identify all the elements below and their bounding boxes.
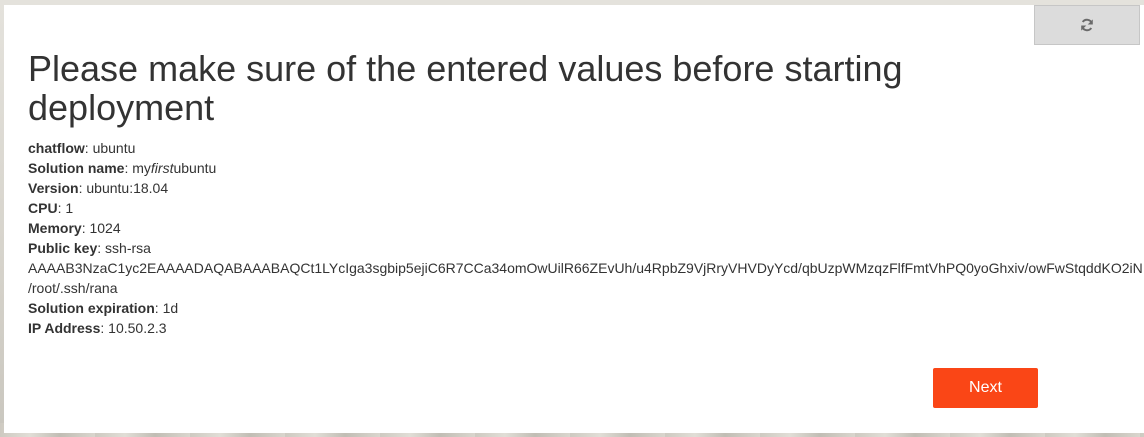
detail-label: Version bbox=[28, 180, 79, 196]
page-title: Please make sure of the entered values b… bbox=[28, 48, 903, 128]
refresh-button[interactable] bbox=[1034, 5, 1140, 45]
detail-chatflow: chatflow: ubuntu bbox=[28, 140, 136, 156]
detail-public-key: Public key: ssh-rsa bbox=[28, 240, 151, 256]
detail-value: 10.50.2.3 bbox=[108, 320, 167, 336]
refresh-icon bbox=[1080, 18, 1094, 32]
detail-label: Public key bbox=[28, 240, 98, 256]
detail-label: CPU bbox=[28, 200, 58, 216]
detail-cpu: CPU: 1 bbox=[28, 200, 74, 216]
detail-value-prefix: my bbox=[132, 160, 151, 176]
detail-value: ssh-rsa bbox=[105, 240, 151, 256]
public-key-data-line: AAAAB3NzaC1yc2EAAAADAQABAAABAQCt1LYcIga3… bbox=[28, 260, 1144, 276]
detail-value: ubuntu bbox=[92, 140, 136, 156]
detail-value: 1d bbox=[162, 300, 179, 316]
next-button[interactable]: Next bbox=[933, 368, 1038, 408]
detail-value: 1024 bbox=[89, 220, 121, 236]
detail-value-emphasis: first bbox=[150, 160, 174, 176]
detail-label: Solution name bbox=[28, 160, 125, 176]
detail-label: Memory bbox=[28, 220, 82, 236]
detail-value-suffix: ubuntu bbox=[173, 160, 217, 176]
detail-label: chatflow bbox=[28, 140, 85, 156]
detail-label: IP Address bbox=[28, 320, 101, 336]
deployment-details-list: chatflow: ubuntu Solution name: myfirstu… bbox=[28, 138, 1144, 338]
detail-value: 1 bbox=[65, 200, 74, 216]
detail-version: Version: ubuntu:18.04 bbox=[28, 180, 169, 196]
deployment-summary-card: Please make sure of the entered values b… bbox=[4, 5, 1144, 433]
detail-memory: Memory: 1024 bbox=[28, 220, 121, 236]
detail-value: ubuntu:18.04 bbox=[86, 180, 169, 196]
detail-solution-name: Solution name: myfirstubuntu bbox=[28, 160, 217, 176]
detail-ip-address: IP Address: 10.50.2.3 bbox=[28, 320, 167, 336]
detail-solution-expiration: Solution expiration: 1d bbox=[28, 300, 179, 316]
public-key-path-line: /root/.ssh/rana bbox=[28, 280, 118, 296]
detail-label: Solution expiration bbox=[28, 300, 155, 316]
